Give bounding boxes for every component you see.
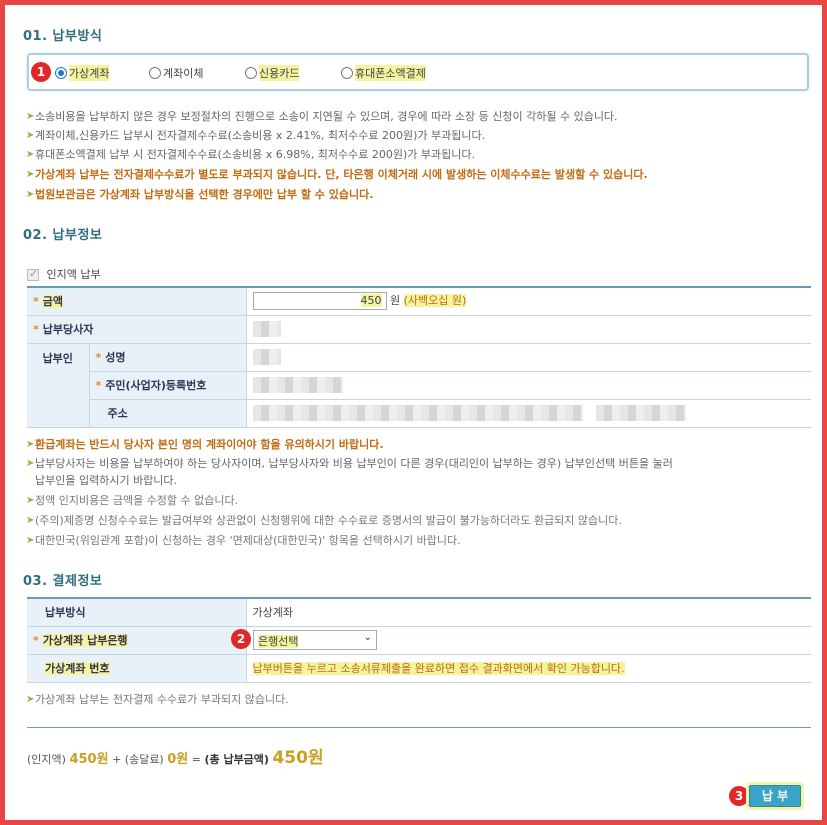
redacted-value	[252, 349, 281, 365]
arrow-icon: ➤	[26, 495, 35, 506]
table-row: 납부방식 가상계좌	[27, 598, 811, 627]
arrow-icon: ➤	[26, 189, 35, 200]
note-item: ➤ 계좌이체,신용카드 납부시 전자결제수수료(소송비용 x 2.41%, 최저수…	[26, 129, 486, 142]
note-item: ➤ 휴대폰소액결제 납부 시 전자결제수수료(소송비용 x 6.98%, 최저수수…	[26, 148, 475, 161]
section-title-payment: 03. 결제정보	[23, 574, 103, 589]
note-item: ➤ 가상계좌 납부는 전자결제수수료가 별도로 부과되지 않습니다. 단, 타은행…	[26, 168, 648, 181]
stamp-checkbox-label: 인지액 납부	[46, 268, 101, 281]
chevron-down-icon: ⌄	[363, 632, 372, 643]
party-value-cell	[246, 315, 811, 344]
arrow-icon: ➤	[26, 149, 35, 160]
note-item: ➤ 정액 인지비용은 금액을 수정할 수 없습니다.	[26, 494, 239, 507]
arrow-icon: ➤	[26, 458, 35, 469]
radio-button[interactable]	[245, 67, 257, 79]
address-label-cell: 주소	[89, 399, 247, 428]
arrow-icon: ➤	[26, 535, 35, 546]
payer-label-cell: 납부인	[27, 343, 90, 428]
radio-virtual-account[interactable]: 가상계좌	[55, 65, 110, 81]
table-row: * 금액 450 원 (사백오십 원)	[27, 287, 811, 316]
total-label: (총 납부금액)	[204, 753, 269, 766]
arrow-icon: ➤	[26, 130, 35, 141]
bank-select-value: 은행선택	[258, 635, 299, 648]
stamp-checkbox-row[interactable]: 인지액 납부	[27, 266, 101, 282]
payment-method-box: 1 가상계좌 계좌이체 신용카드 휴대폰소액결제	[27, 53, 809, 91]
account-label-cell: 가상계좌 번호	[27, 654, 247, 683]
radio-bank-transfer[interactable]: 계좌이체	[149, 65, 203, 81]
radio-button[interactable]	[149, 67, 161, 79]
note-item: ➤ 법원보관금은 가상계좌 납부방식을 선택한 경우에만 납부 할 수 있습니다.	[26, 188, 374, 201]
amount-input[interactable]: 450	[252, 292, 387, 311]
table-row: 납부인 * 성명	[27, 343, 811, 428]
address-value-cell	[246, 399, 811, 428]
amount-korean: (사백오십 원)	[403, 294, 467, 308]
method-label-cell: 납부방식	[27, 598, 247, 627]
amount-cell: 450 원 (사백오십 원)	[246, 287, 811, 316]
stamp-amount: 450원	[69, 752, 109, 767]
step-badge-2: 2	[231, 629, 251, 649]
total-summary: (인지액) 450원 + (송달료) 0원 = (총 납부금액) 450원	[27, 743, 324, 768]
delivery-label: (송달료)	[124, 753, 164, 766]
amount-label-cell: * 금액	[27, 287, 247, 316]
equals-sign: =	[191, 753, 201, 766]
table-row: * 납부당사자	[27, 315, 811, 344]
plus-sign: +	[112, 753, 122, 766]
radio-button[interactable]	[341, 67, 353, 79]
arrow-icon: ➤	[26, 694, 35, 705]
radio-mobile-payment[interactable]: 휴대폰소액결제	[341, 65, 426, 81]
radio-label: 신용카드	[259, 65, 300, 81]
table-row: * 주민(사업자)등록번호	[27, 371, 811, 400]
note-item: ➤ 대한민국(위임관계 포함)이 신청하는 경우 '면제대상(대한민국)' 항목을…	[26, 534, 461, 547]
radio-credit-card[interactable]: 신용카드	[245, 65, 300, 81]
total-amount: 450원	[272, 748, 324, 768]
name-label-cell: * 성명	[89, 343, 247, 372]
submit-button[interactable]: 납 부	[749, 785, 801, 807]
arrow-icon: ➤	[26, 439, 35, 450]
section-title-method: 01. 납부방식	[23, 29, 103, 44]
table-row: 가상계좌 번호 납부버튼을 누르고 소송서류제출을 완료하면 접수 결과화면에서…	[27, 654, 811, 683]
step-badge-3: 3	[729, 786, 749, 806]
payment-info-table: * 금액 450 원 (사백오십 원) * 납부당사자 납부인 * 성명 * 주민(사업…	[27, 286, 811, 428]
stamp-checkbox[interactable]	[27, 267, 39, 281]
redacted-value	[252, 377, 343, 393]
arrow-icon: ➤	[26, 111, 35, 122]
radio-label: 계좌이체	[163, 67, 204, 80]
id-value-cell	[246, 371, 811, 400]
note-item: ➤ 가상계좌 납부는 전자결제 수수료가 부과되지 않습니다.	[26, 693, 289, 706]
bank-label-cell: * 가상계좌 납부은행	[27, 626, 247, 655]
note-item: ➤ (주의)제증명 신청수수료는 발급여부와 상관없이 신청행위에 대한 수수료로…	[26, 514, 622, 527]
radio-label: 휴대폰소액결제	[355, 65, 426, 81]
note-item-cont: 납부인을 입력하시기 바랍니다.	[35, 474, 178, 487]
account-value-cell: 납부버튼을 누르고 소송서류제출을 완료하면 접수 결과화면에서 확인 가능합니…	[246, 654, 811, 683]
redacted-value	[252, 321, 281, 337]
radio-button[interactable]	[55, 67, 67, 79]
arrow-icon: ➤	[26, 515, 35, 526]
note-item: ➤ 환급계좌는 반드시 당사자 본인 명의 계좌이어야 함을 유의하시기 바랍니다…	[26, 438, 384, 451]
payment-table: 납부방식 가상계좌 * 가상계좌 납부은행 가상계좌 번호 납부버튼을 누르고 소…	[27, 597, 811, 683]
delivery-amount: 0원	[167, 752, 189, 767]
section-title-info: 02. 납부정보	[23, 228, 103, 243]
note-item: ➤ 소송비용을 납부하지 않은 경우 보정절차의 진행으로 소송이 지연될 수 있…	[26, 110, 618, 123]
method-value-cell: 가상계좌	[246, 598, 811, 627]
page-frame: 01. 납부방식 1 가상계좌 계좌이체 신용카드 휴대폰소액결제 ➤ 소송비용을…	[0, 0, 827, 825]
step-badge-1: 1	[31, 62, 51, 82]
divider	[27, 727, 811, 728]
note-item: ➤ 납부당사자는 비용을 납부하여야 하는 당사자이며, 납부당사자와 비용 납부…	[26, 457, 673, 470]
stamp-label: (인지액)	[27, 753, 66, 766]
redacted-value	[596, 405, 686, 421]
party-label-cell: * 납부당사자	[27, 315, 247, 344]
name-value-cell	[246, 343, 811, 372]
table-row: * 가상계좌 납부은행	[27, 626, 811, 655]
amount-unit: 원	[390, 294, 401, 308]
redacted-value	[252, 405, 583, 421]
id-label-cell: * 주민(사업자)등록번호	[89, 371, 247, 400]
table-row: 주소	[27, 399, 811, 428]
bank-select[interactable]: 은행선택 ⌄	[253, 630, 377, 650]
radio-label: 가상계좌	[69, 65, 110, 81]
arrow-icon: ➤	[26, 169, 35, 180]
